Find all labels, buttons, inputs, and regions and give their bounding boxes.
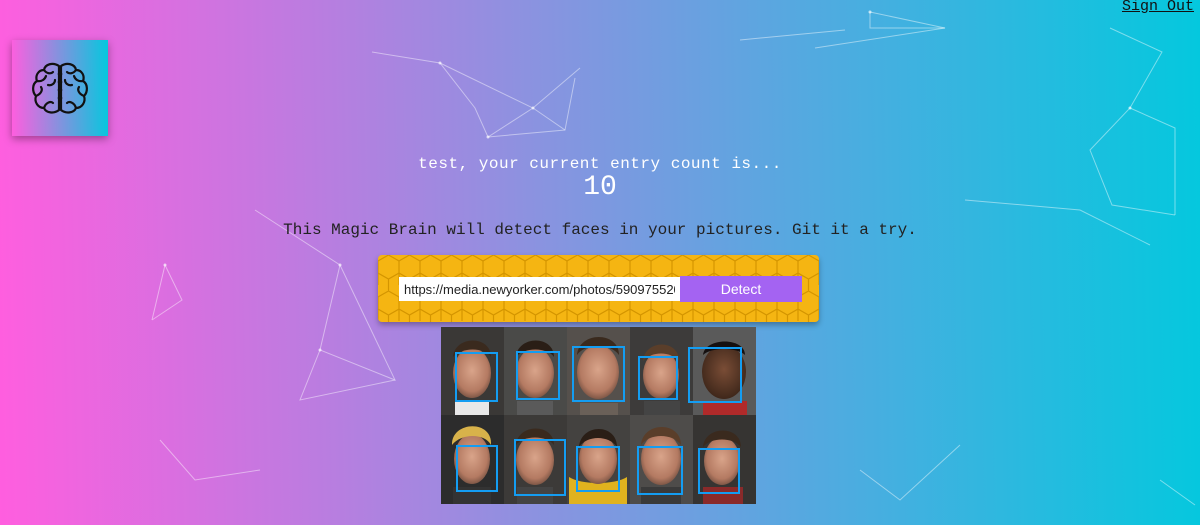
intro-text: This Magic Brain will detect faces in yo… (283, 221, 917, 239)
entry-count-value: 10 (583, 172, 617, 203)
image-url-input[interactable] (399, 277, 680, 301)
brain-icon (32, 62, 88, 114)
entry-count-message: test, your current entry count is... (418, 155, 782, 173)
logo[interactable] (12, 40, 108, 136)
detect-button[interactable]: Detect (680, 276, 802, 302)
face-detection-image (441, 327, 756, 504)
image-url-form: Detect (378, 255, 819, 322)
sign-out-link[interactable]: Sign Out (1122, 0, 1194, 15)
